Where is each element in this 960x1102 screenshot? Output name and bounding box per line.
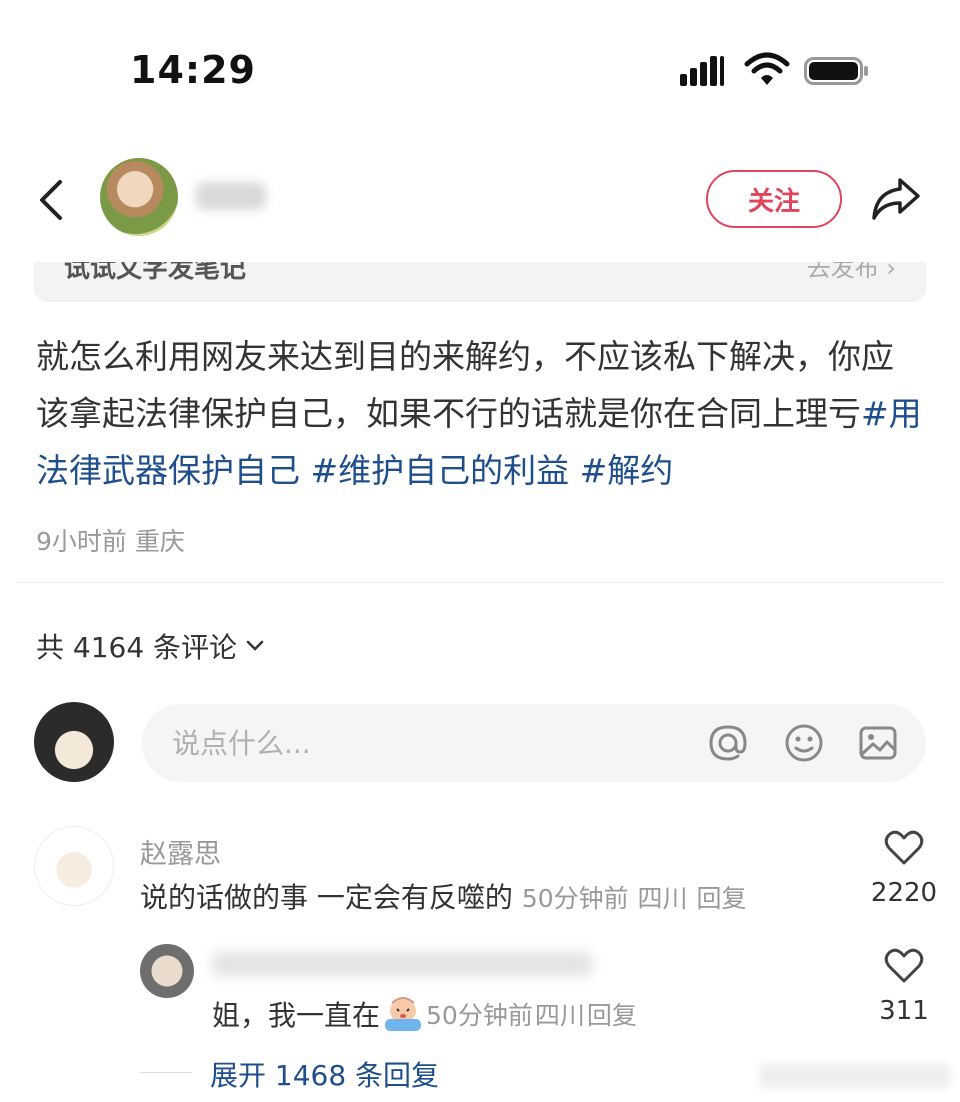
heart-icon[interactable]	[884, 830, 924, 866]
like-count: 2220	[870, 878, 938, 908]
post-text: 就怎么利用网友来达到目的来解约，不应该私下解决，你应该拿起法律保护自己，如果不行…	[36, 337, 894, 433]
author-name-blurred	[196, 182, 266, 210]
publish-link[interactable]: 去发布 ›	[807, 262, 896, 283]
comment-text-row: 说的话做的事 一定会有反噬的 50分钟前 四川 回复	[140, 876, 746, 916]
author-avatar[interactable]	[100, 158, 178, 236]
wifi-icon	[744, 52, 790, 85]
reply-text: 姐，我一直在	[212, 999, 381, 1032]
post-header: 关注	[0, 150, 960, 250]
back-arrow-icon[interactable]	[34, 178, 74, 222]
comment-location: 四川	[637, 884, 688, 913]
comment-count-label: 共 4164 条评论	[36, 631, 238, 664]
write-note-text: 试试文字发笔记	[64, 262, 247, 284]
status-bar: 14:29	[0, 0, 960, 130]
post-time: 9小时前	[36, 527, 127, 556]
post-location: 重庆	[134, 527, 185, 556]
emoji-icon[interactable]	[784, 723, 824, 763]
expand-replies-link[interactable]: 展开 1468 条回复	[210, 1054, 439, 1094]
hashtag-link[interactable]: #解约	[580, 451, 674, 490]
reply-avatar[interactable]	[140, 944, 194, 998]
post-body: 就怎么利用网友来达到目的来解约，不应该私下解决，你应该拿起法律保护自己，如果不行…	[36, 328, 926, 499]
reply-reply-button[interactable]: 回复	[587, 996, 637, 1032]
divider	[16, 582, 944, 583]
battery-icon	[804, 57, 868, 85]
divider	[140, 1072, 192, 1073]
chevron-down-icon	[246, 640, 264, 651]
watermark-blur	[760, 1064, 950, 1088]
commenter-avatar[interactable]	[34, 826, 114, 906]
reply-text-row: 姐，我一直在 50分钟前 四川 回复	[212, 994, 637, 1034]
comment-text: 说的话做的事 一定会有反噬的	[140, 881, 513, 914]
commenter-name[interactable]: 赵露思	[140, 832, 221, 871]
status-time: 14:29	[130, 48, 256, 92]
comment-input[interactable]	[172, 722, 672, 764]
hashtag-link[interactable]: #维护自己的利益	[311, 451, 570, 490]
reply-location: 四川	[534, 1001, 585, 1030]
reply-button[interactable]: 回复	[696, 884, 746, 913]
cellular-signal-icon	[680, 56, 728, 86]
comment-time: 50分钟前	[521, 884, 629, 913]
reply-time: 50分钟前	[426, 1001, 533, 1030]
crying-face-emoji-icon	[385, 997, 422, 1031]
comment-count-toggle[interactable]: 共 4164 条评论	[36, 626, 265, 666]
image-icon[interactable]	[858, 723, 898, 763]
write-note-banner[interactable]: 试试文字发笔记 去发布 ›	[34, 262, 926, 302]
follow-button[interactable]: 关注	[706, 170, 842, 228]
comment-input-box[interactable]	[142, 704, 926, 782]
post-meta: 9小时前 重庆	[36, 522, 185, 558]
reply-like-count: 311	[879, 996, 929, 1026]
reply-name-blurred	[212, 952, 592, 976]
my-avatar	[34, 702, 114, 782]
mention-icon[interactable]	[708, 723, 748, 763]
heart-icon[interactable]	[884, 948, 924, 984]
share-icon[interactable]	[870, 176, 922, 222]
